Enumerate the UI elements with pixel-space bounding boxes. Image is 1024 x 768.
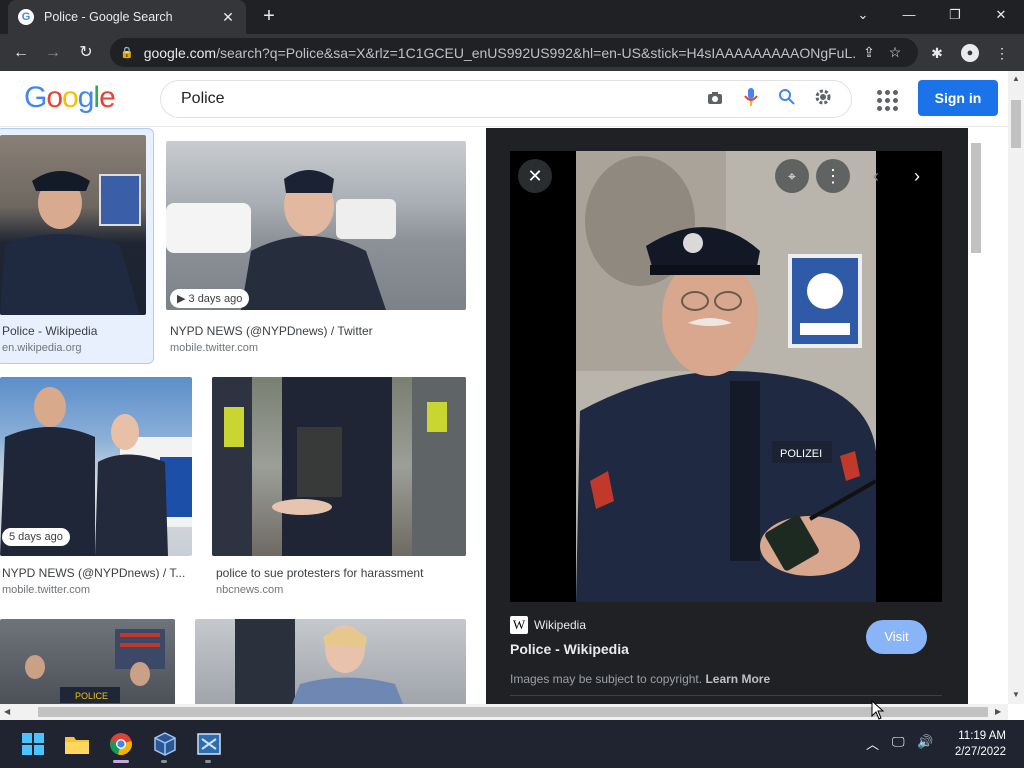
result-title[interactable]: NYPD NEWS (@NYPDnews) / Twitter: [170, 324, 466, 338]
more-options-icon[interactable]: ⋮: [816, 159, 850, 193]
preview-image[interactable]: POLIZEI ✕ ⌖ ⋮ ‹ ›: [510, 151, 942, 602]
chrome-active-indicator: [113, 760, 129, 763]
chrome-icon[interactable]: [106, 729, 136, 759]
search-input[interactable]: Police: [160, 80, 852, 118]
start-windows-icon[interactable]: [18, 729, 48, 759]
vm-window-icon[interactable]: [194, 729, 224, 759]
panel-scrollbar-thumb[interactable]: [971, 143, 981, 253]
result-thumbnail[interactable]: ▶ 3 days ago: [166, 141, 466, 310]
bookmark-star-icon[interactable]: ☆: [882, 44, 908, 61]
google-logo[interactable]: Google: [24, 81, 116, 115]
preview-source[interactable]: W Wikipedia: [510, 616, 586, 634]
copyright-notice: Images may be subject to copyright. Lear…: [510, 672, 771, 686]
file-explorer-icon[interactable]: [62, 729, 92, 759]
google-favicon-icon: G: [18, 9, 34, 25]
extensions-puzzle-icon[interactable]: ✱: [926, 42, 948, 64]
page-scrollbar-thumb[interactable]: [1011, 100, 1021, 148]
time-badge: ▶ 3 days ago: [170, 289, 250, 308]
result-source: en.wikipedia.org: [2, 342, 82, 354]
visit-button[interactable]: Visit: [866, 620, 927, 654]
search-query[interactable]: Police: [181, 90, 697, 108]
share-icon[interactable]: ⇪: [856, 44, 882, 61]
browser-menu-icon[interactable]: ⋮: [991, 42, 1013, 64]
settings-gear-icon[interactable]: [805, 87, 841, 112]
clock-time: 11:19 AM: [958, 730, 1006, 742]
result-title[interactable]: police to sue protesters for harassment: [216, 566, 466, 580]
divider: [510, 695, 942, 696]
scroll-left-arrow-icon[interactable]: ◀: [4, 707, 10, 716]
google-apps-icon[interactable]: [874, 87, 898, 111]
mouse-cursor-icon: [871, 700, 885, 720]
horizontal-scrollbar-thumb[interactable]: [38, 707, 988, 717]
svg-text:POLIZEI: POLIZEI: [780, 448, 822, 460]
minimize-button[interactable]: —: [895, 4, 923, 26]
previous-image-icon[interactable]: ‹: [859, 159, 893, 193]
tab-search-button[interactable]: ⌄: [849, 4, 877, 26]
reload-icon[interactable]: ↻: [73, 40, 99, 66]
network-icon[interactable]: 🖵: [892, 734, 905, 750]
microphone-icon[interactable]: [733, 87, 769, 112]
svg-text:POLICE: POLICE: [75, 691, 108, 701]
url-text: google.com/search?q=Police&sa=X&rlz=1C1G…: [143, 44, 856, 61]
virtualbox-icon[interactable]: [150, 729, 180, 759]
lens-search-icon[interactable]: ⌖: [775, 159, 809, 193]
tab-strip: G Police - Google Search ✕ + ⌄ — ❐ ✕: [0, 0, 1024, 34]
camera-icon[interactable]: [697, 89, 733, 110]
new-tab-button[interactable]: +: [258, 6, 280, 28]
browser-toolbar: ← → ↻ 🔒 google.com/search?q=Police&sa=X&…: [0, 34, 1024, 71]
result-source: nbcnews.com: [216, 584, 284, 596]
vm-running-indicator: [205, 760, 211, 763]
result-thumbnail[interactable]: POLICE: [0, 619, 175, 704]
windows-taskbar: ︿ 🖵 🔊 11:19 AM 2/27/2022: [0, 720, 1024, 768]
scroll-down-arrow-icon[interactable]: ▼: [1012, 690, 1020, 699]
google-header: Google Police Sign in: [0, 71, 1008, 127]
volume-icon[interactable]: 🔊: [917, 734, 933, 750]
result-thumbnail[interactable]: 5 days ago: [0, 377, 192, 556]
source-name[interactable]: Wikipedia: [534, 618, 586, 632]
result-thumbnail[interactable]: [0, 135, 146, 315]
result-thumbnail[interactable]: [195, 619, 466, 704]
lock-icon: 🔒: [120, 47, 134, 59]
wikipedia-logo-icon: W: [510, 616, 528, 634]
tab-title: Police - Google Search: [44, 10, 173, 24]
forward-arrow-icon[interactable]: →: [40, 40, 66, 66]
browser-tab[interactable]: G Police - Google Search ✕: [8, 0, 246, 34]
address-bar[interactable]: 🔒 google.com/search?q=Police&sa=X&rlz=1C…: [110, 38, 918, 67]
search-icon[interactable]: [769, 88, 805, 111]
virtualbox-running-indicator: [161, 760, 167, 763]
back-arrow-icon[interactable]: ←: [8, 40, 34, 66]
result-thumbnail[interactable]: [212, 377, 466, 556]
scroll-right-arrow-icon[interactable]: ▶: [995, 707, 1001, 716]
page-scrollbar[interactable]: [1008, 71, 1024, 704]
sign-in-button[interactable]: Sign in: [918, 80, 998, 116]
learn-more-link[interactable]: Learn More: [705, 672, 770, 686]
tab-close-icon[interactable]: ✕: [220, 9, 236, 26]
result-source: mobile.twitter.com: [170, 342, 259, 354]
scroll-up-arrow-icon[interactable]: ▲: [1012, 74, 1020, 83]
close-preview-icon[interactable]: ✕: [518, 159, 552, 193]
image-preview-panel: POLIZEI ✕ ⌖ ⋮ ‹ › W Wikipedia Police - W…: [486, 128, 968, 704]
preview-title[interactable]: Police - Wikipedia: [510, 641, 629, 657]
result-title[interactable]: Police - Wikipedia: [2, 324, 146, 338]
close-window-button[interactable]: ✕: [987, 4, 1015, 26]
clock-date: 2/27/2022: [954, 746, 1006, 758]
show-hidden-icons-chevron-icon[interactable]: ︿: [866, 734, 879, 753]
restore-button[interactable]: ❐: [941, 4, 969, 26]
profile-avatar-icon[interactable]: ●: [961, 44, 979, 62]
image-results-grid: Police - Wikipedia en.wikipedia.org ▶ 3 …: [0, 128, 486, 704]
next-image-icon[interactable]: ›: [900, 159, 934, 193]
result-title[interactable]: NYPD NEWS (@NYPDnews) / T...: [2, 566, 192, 580]
result-source: mobile.twitter.com: [2, 584, 91, 596]
time-badge: 5 days ago: [2, 528, 70, 546]
system-clock[interactable]: 11:19 AM 2/27/2022: [940, 728, 1006, 760]
